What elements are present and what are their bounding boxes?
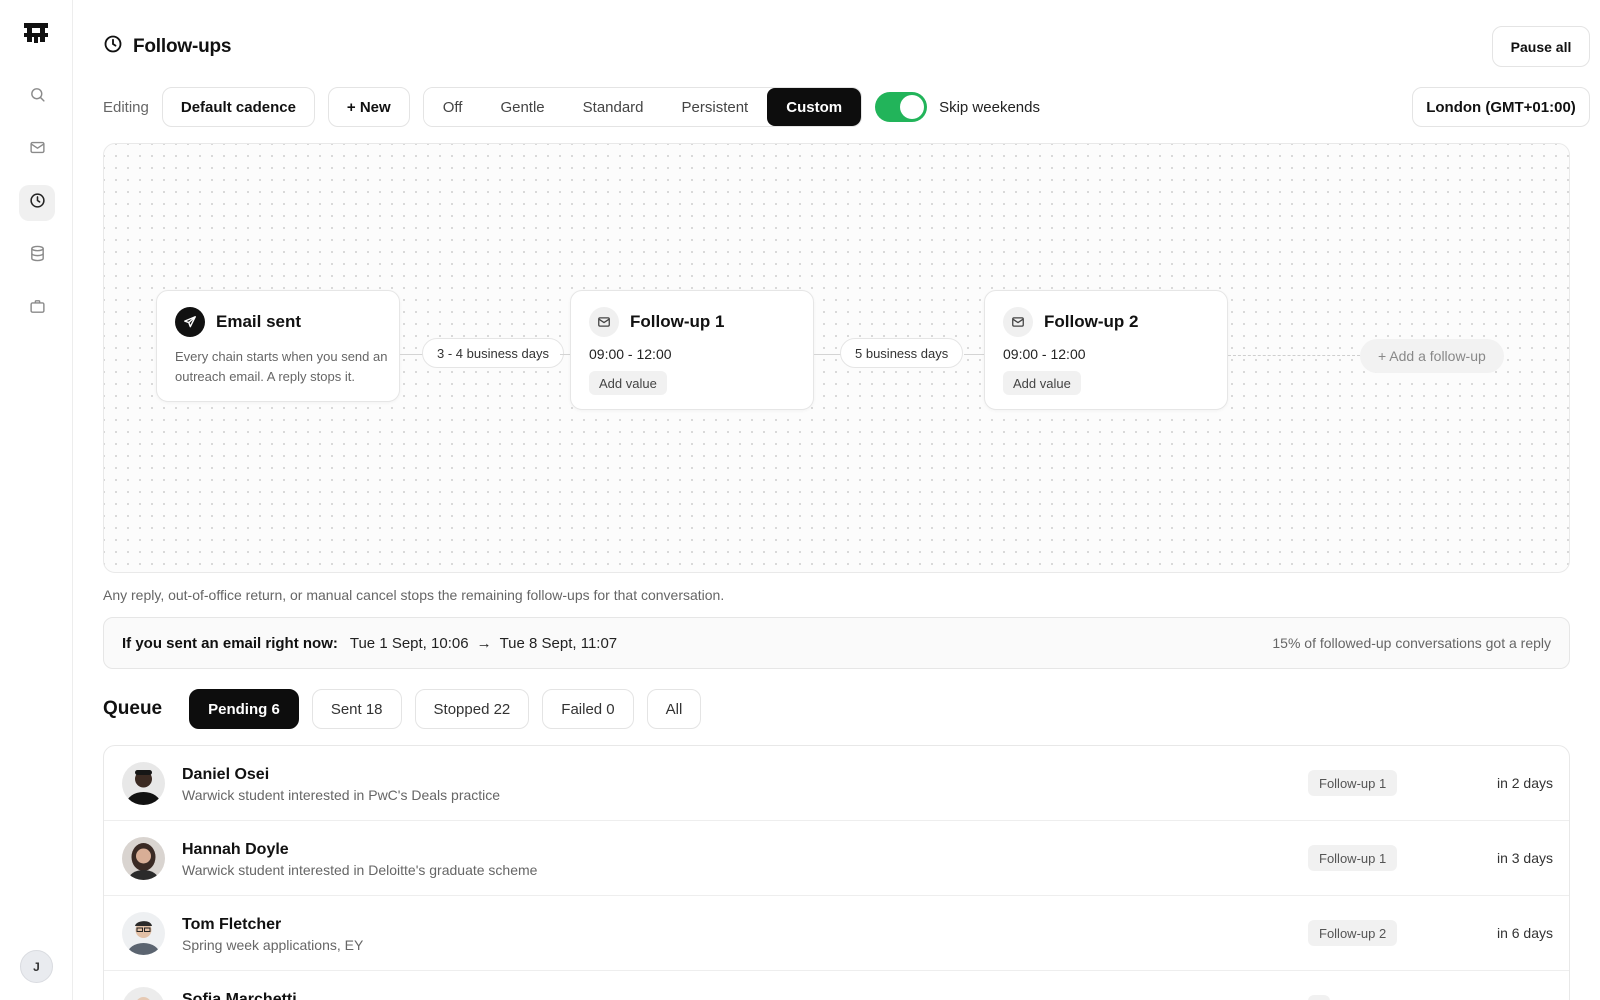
app-logo[interactable] xyxy=(24,22,48,44)
clock-icon xyxy=(29,192,46,214)
sidebar-item-mail[interactable] xyxy=(19,132,55,168)
app-window: J Follow-ups Pause all Editing Default c… xyxy=(0,0,1600,1000)
sidebar-item-briefcase[interactable] xyxy=(19,291,55,327)
contact-name: Hannah Doyle xyxy=(182,841,289,858)
stop-rules-hint: Any reply, out-of-office return, or manu… xyxy=(103,587,725,603)
sidebar-item-database[interactable] xyxy=(19,238,55,274)
sidebar: J xyxy=(0,0,73,1000)
tab-all[interactable]: All xyxy=(646,689,702,729)
mail-icon xyxy=(29,139,46,161)
due-time: in 3 days xyxy=(1496,850,1553,866)
preset-gentle[interactable]: Gentle xyxy=(481,88,564,126)
node-title: Follow-up 1 xyxy=(630,312,725,331)
timezone-button[interactable]: London (GMT+01:00) xyxy=(1412,87,1590,127)
briefcase-icon xyxy=(29,298,46,320)
preset-segmented-control: Off Gentle Standard Persistent Custom xyxy=(422,87,863,127)
preview-label: If you sent an email right now: xyxy=(122,634,338,652)
sidebar-item-followups[interactable] xyxy=(19,185,55,221)
preset-off[interactable]: Off xyxy=(423,88,482,126)
main-content: Follow-ups Pause all Editing Default cad… xyxy=(73,0,1600,1000)
add-followup-button[interactable]: + Add a follow-up xyxy=(1360,339,1504,373)
contact-name: Tom Fletcher xyxy=(182,916,282,933)
stage-badge: Follow-up 1 xyxy=(1308,770,1398,796)
search-icon xyxy=(29,86,46,108)
cadence-toolbar: Editing Default cadence + New Off Gentle… xyxy=(103,87,1040,127)
arrow-right-icon: → xyxy=(476,634,492,652)
flow-canvas: Email sent Every chain starts when you s… xyxy=(103,143,1570,573)
database-icon xyxy=(29,245,46,267)
tab-pending[interactable]: Pending 6 xyxy=(189,689,299,729)
clock-icon xyxy=(103,34,123,59)
tab-sent[interactable]: Sent 18 xyxy=(311,689,402,729)
preset-custom[interactable]: Custom xyxy=(767,88,862,126)
queue-row[interactable]: Daniel Osei Warwick student interested i… xyxy=(104,746,1569,821)
mail-icon xyxy=(589,307,619,337)
contact-subtitle: Spring week applications, EY xyxy=(182,937,364,953)
pause-all-button[interactable]: Pause all xyxy=(1492,26,1590,67)
connector-line xyxy=(964,354,986,355)
send-window: 09:00 - 12:00 xyxy=(1003,346,1086,362)
send-icon xyxy=(175,307,205,337)
stage-badge xyxy=(1308,995,1330,1000)
queue-header: Queue Pending 6 Sent 18 Stopped 22 Faile… xyxy=(103,689,714,729)
queue-row[interactable]: Hannah Doyle Warwick student interested … xyxy=(104,821,1569,896)
skip-weekends-label: Skip weekends xyxy=(939,98,1040,116)
gap-pill-1[interactable]: 3 - 4 business days xyxy=(422,338,565,368)
stage-badge: Follow-up 2 xyxy=(1308,920,1398,946)
avatar xyxy=(122,987,165,1000)
node-email-sent[interactable]: Email sent Every chain starts when you s… xyxy=(156,290,400,402)
connector-line xyxy=(814,354,842,355)
queue-title: Queue xyxy=(103,698,163,719)
contact-name: Daniel Osei xyxy=(182,766,270,783)
due-time: in 6 days xyxy=(1496,925,1553,941)
send-window: 09:00 - 12:00 xyxy=(589,346,672,362)
sidebar-item-search[interactable] xyxy=(19,79,55,115)
new-cadence-button[interactable]: + New xyxy=(327,87,410,127)
gap-pill-2[interactable]: 5 business days xyxy=(840,338,964,368)
preset-standard[interactable]: Standard xyxy=(563,88,663,126)
add-value-button[interactable]: Add value xyxy=(589,371,667,395)
due-time: in 2 days xyxy=(1496,775,1553,791)
editing-label: Editing xyxy=(103,98,149,116)
node-title: Email sent xyxy=(216,312,302,331)
stage-badge: Follow-up 1 xyxy=(1308,845,1398,871)
user-avatar[interactable]: J xyxy=(20,950,53,983)
contact-name: Sofia Marchetti xyxy=(182,991,297,1000)
mail-icon xyxy=(1003,307,1033,337)
reply-rate-stat: 15% of followed-up conversations got a r… xyxy=(1272,635,1551,651)
toggle-knob xyxy=(900,95,925,119)
connector-dashed-line xyxy=(1228,355,1360,356)
schedule-preview: If you sent an email right now: Tue 1 Se… xyxy=(103,617,1570,669)
node-description: Every chain starts when you send an outr… xyxy=(175,349,388,384)
preview-to: Tue 8 Sept, 11:07 xyxy=(499,634,618,652)
contact-subtitle: Warwick student interested in PwC's Deal… xyxy=(182,787,501,803)
avatar xyxy=(122,837,165,880)
contact-subtitle: Warwick student interested in Deloitte's… xyxy=(182,862,538,878)
node-title: Follow-up 2 xyxy=(1044,312,1139,331)
preview-from: Tue 1 Sept, 10:06 xyxy=(349,634,469,652)
page-title: Follow-ups xyxy=(133,35,232,57)
queue-list: Daniel Osei Warwick student interested i… xyxy=(103,745,1570,1000)
user-initial: J xyxy=(33,959,40,974)
connector-line xyxy=(400,354,424,355)
preset-persistent[interactable]: Persistent xyxy=(662,88,768,126)
tab-stopped[interactable]: Stopped 22 xyxy=(414,689,530,729)
avatar xyxy=(122,762,165,805)
add-value-button[interactable]: Add value xyxy=(1003,371,1081,395)
cadence-selector-button[interactable]: Default cadence xyxy=(161,87,315,127)
page-header: Follow-ups xyxy=(103,34,231,59)
queue-row[interactable]: Sofia Marchetti xyxy=(104,971,1569,1000)
avatar xyxy=(122,912,165,955)
node-followup-1[interactable]: Follow-up 1 09:00 - 12:00 Add value xyxy=(570,290,814,410)
tab-failed[interactable]: Failed 0 xyxy=(542,689,634,729)
node-followup-2[interactable]: Follow-up 2 09:00 - 12:00 Add value xyxy=(984,290,1228,410)
queue-row[interactable]: Tom Fletcher Spring week applications, E… xyxy=(104,896,1569,971)
skip-weekends-toggle[interactable] xyxy=(875,92,928,122)
